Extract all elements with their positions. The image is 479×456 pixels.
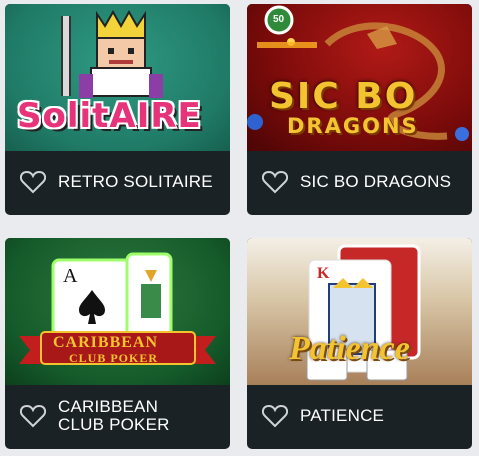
heart-icon[interactable] — [262, 170, 288, 194]
sic-bo-logo-line2: DRAGONS — [287, 114, 419, 138]
game-thumbnail-sic-bo-dragons[interactable]: 50 SIC BO DRAGONS — [247, 4, 472, 151]
game-card-caribbean-club-poker[interactable]: A CARIBBEAN CLUB POKER CARIBBEAN CLUB PO… — [5, 238, 230, 449]
game-card-retro-solitaire[interactable]: SolitAIRE RETRO SOLITAIRE — [5, 4, 230, 215]
sic-bo-logo-line1: SIC BO — [269, 76, 418, 117]
heart-icon[interactable] — [20, 170, 46, 194]
game-card-sic-bo-dragons[interactable]: 50 SIC BO DRAGONS SIC BO DRAGONS — [247, 4, 472, 215]
game-caption: RETRO SOLITAIRE — [5, 149, 230, 215]
game-thumbnail-caribbean-club-poker[interactable]: A CARIBBEAN CLUB POKER — [5, 238, 230, 385]
game-title[interactable]: PATIENCE — [300, 407, 464, 425]
heart-icon[interactable] — [262, 404, 288, 428]
game-caption: PATIENCE — [247, 383, 472, 449]
caribbean-logo-line2: CLUB POKER — [69, 351, 159, 365]
game-title[interactable]: RETRO SOLITAIRE — [58, 173, 222, 191]
patience-logo: Patience — [289, 330, 410, 367]
game-thumbnail-retro-solitaire[interactable]: SolitAIRE — [5, 4, 230, 151]
game-card-patience[interactable]: K Patience PATIENCE — [247, 238, 472, 449]
game-caption: CARIBBEAN CLUB POKER — [5, 383, 230, 449]
svg-text:A: A — [63, 265, 78, 287]
caribbean-logo-line1: CARIBBEAN — [53, 334, 159, 351]
retro-solitaire-logo: SolitAIRE — [17, 96, 202, 136]
game-title[interactable]: CARIBBEAN CLUB POKER — [58, 398, 208, 434]
game-thumbnail-patience[interactable]: K Patience — [247, 238, 472, 385]
game-caption: SIC BO DRAGONS — [247, 149, 472, 215]
heart-icon[interactable] — [20, 404, 46, 428]
chip-label: 50 — [273, 14, 285, 25]
svg-text:K: K — [317, 265, 330, 282]
game-title[interactable]: SIC BO DRAGONS — [300, 173, 464, 191]
